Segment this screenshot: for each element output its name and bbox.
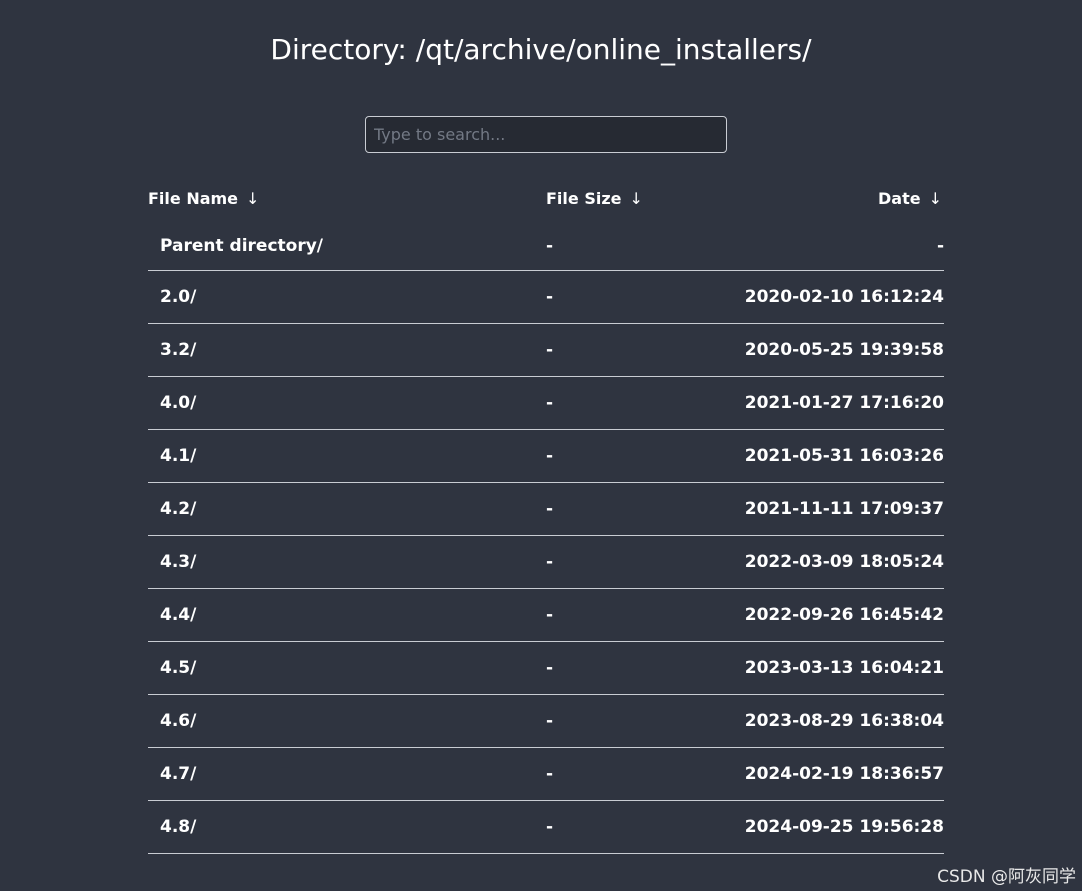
column-header-label: Date (878, 188, 921, 208)
column-header-date[interactable]: Date ↓ (744, 174, 944, 222)
table-header-row: File Name ↓ File Size ↓ Date ↓ (148, 174, 944, 222)
file-name-link[interactable]: 4.7/ (148, 747, 546, 801)
watermark: CSDN @阿灰同学 (937, 867, 1076, 887)
table-row: 4.8/ - 2024-09-25 19:56:28 (148, 800, 944, 854)
file-size: - (546, 641, 744, 695)
file-size: - (546, 429, 744, 483)
file-date: 2022-03-09 18:05:24 (744, 535, 944, 589)
file-name-link[interactable]: 4.2/ (148, 482, 546, 536)
file-name-link[interactable]: 3.2/ (148, 323, 546, 377)
search-box (365, 116, 727, 153)
file-date: 2020-02-10 16:12:24 (744, 270, 944, 324)
file-size: - (546, 694, 744, 748)
file-date: - (744, 222, 944, 271)
file-date: 2021-11-11 17:09:37 (744, 482, 944, 536)
page-title: Directory: /qt/archive/online_installers… (270, 33, 812, 66)
search-input[interactable] (365, 116, 727, 153)
table-row-parent-directory: Parent directory/ - - (148, 222, 944, 271)
column-header-file-name[interactable]: File Name ↓ (148, 174, 546, 222)
file-date: 2021-01-27 17:16:20 (744, 376, 944, 430)
file-name-link[interactable]: 4.6/ (148, 694, 546, 748)
sort-down-icon: ↓ (629, 188, 643, 208)
file-size: - (546, 588, 744, 642)
file-date: 2024-09-25 19:56:28 (744, 800, 944, 854)
file-name-link[interactable]: 4.3/ (148, 535, 546, 589)
sort-down-icon: ↓ (928, 188, 942, 208)
file-size: - (546, 270, 744, 324)
file-size: - (546, 535, 744, 589)
file-listing-table: File Name ↓ File Size ↓ Date ↓ Parent direc… (148, 174, 944, 854)
file-name-link[interactable]: Parent directory/ (148, 222, 546, 271)
file-name-link[interactable]: 2.0/ (148, 270, 546, 324)
file-date: 2023-08-29 16:38:04 (744, 694, 944, 748)
table-row: 4.3/ - 2022-03-09 18:05:24 (148, 535, 944, 589)
file-date: 2023-03-13 16:04:21 (744, 641, 944, 695)
file-name-link[interactable]: 4.8/ (148, 800, 546, 854)
table-row: 2.0/ - 2020-02-10 16:12:24 (148, 270, 944, 324)
file-name-link[interactable]: 4.4/ (148, 588, 546, 642)
column-header-label: File Size (546, 188, 622, 208)
file-date: 2020-05-25 19:39:58 (744, 323, 944, 377)
file-date: 2024-02-19 18:36:57 (744, 747, 944, 801)
column-header-file-size[interactable]: File Size ↓ (546, 174, 744, 222)
sort-down-icon: ↓ (246, 188, 260, 208)
table-row: 4.1/ - 2021-05-31 16:03:26 (148, 429, 944, 483)
table-row: 4.6/ - 2023-08-29 16:38:04 (148, 694, 944, 748)
table-row: 4.7/ - 2024-02-19 18:36:57 (148, 747, 944, 801)
file-size: - (546, 376, 744, 430)
file-size: - (546, 323, 744, 377)
file-date: 2022-09-26 16:45:42 (744, 588, 944, 642)
file-date: 2021-05-31 16:03:26 (744, 429, 944, 483)
file-name-link[interactable]: 4.5/ (148, 641, 546, 695)
file-name-link[interactable]: 4.1/ (148, 429, 546, 483)
file-size: - (546, 747, 744, 801)
table-row: 3.2/ - 2020-05-25 19:39:58 (148, 323, 944, 377)
table-row: 4.2/ - 2021-11-11 17:09:37 (148, 482, 944, 536)
table-row: 4.4/ - 2022-09-26 16:45:42 (148, 588, 944, 642)
file-size: - (546, 222, 744, 271)
file-size: - (546, 482, 744, 536)
file-name-link[interactable]: 4.0/ (148, 376, 546, 430)
table-row: 4.5/ - 2023-03-13 16:04:21 (148, 641, 944, 695)
table-row: 4.0/ - 2021-01-27 17:16:20 (148, 376, 944, 430)
file-size: - (546, 800, 744, 854)
column-header-label: File Name (148, 188, 239, 208)
